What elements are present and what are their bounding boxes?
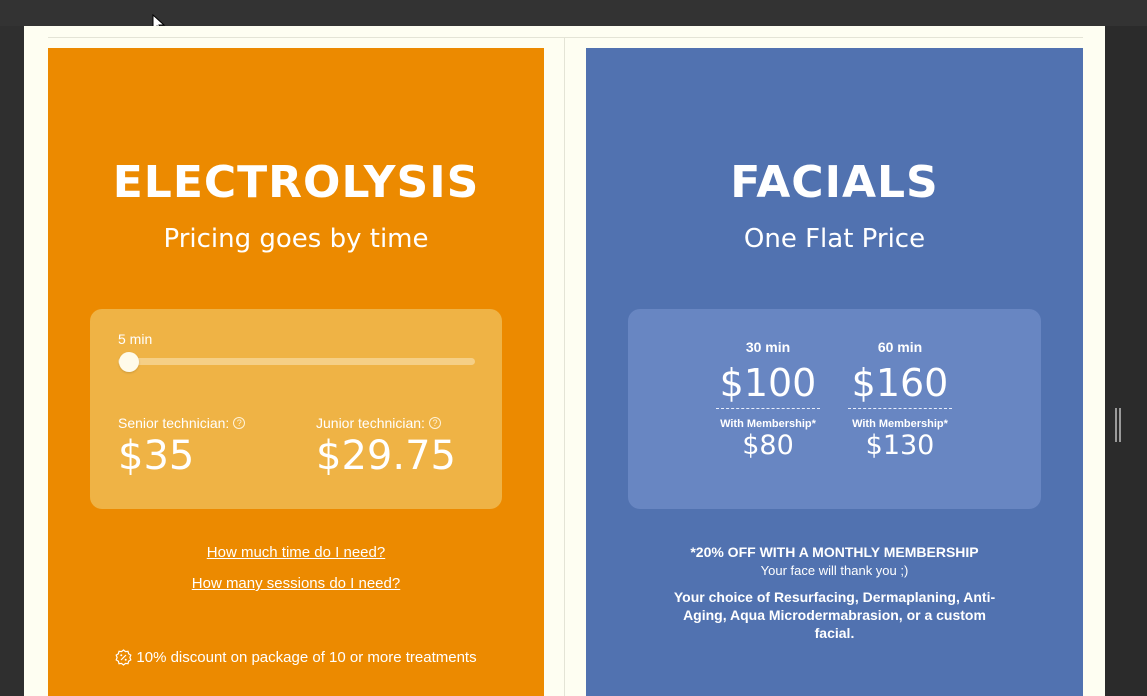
facial-duration: 60 min [877, 339, 923, 355]
membership-label: With Membership* [852, 418, 948, 430]
discount-text: 10% discount on package of 10 or more tr… [136, 649, 477, 666]
window-top-bar [0, 0, 1147, 26]
time-slider-label: 5 min [118, 331, 153, 347]
facial-duration: 30 min [745, 339, 791, 355]
top-divider [48, 37, 1083, 38]
promo-description: Your choice of Resurfacing, Dermaplaning… [673, 589, 996, 641]
junior-technician-label: Junior technician: [316, 415, 425, 431]
resize-grip-icon[interactable] [1115, 408, 1121, 442]
facials-card: FACIALS One Flat Price 30 min $100 With … [586, 48, 1083, 696]
junior-technician-price: Junior technician: ? $29.75 [316, 415, 456, 479]
promo-heading: *20% OFF WITH A MONTHLY MEMBERSHIP [690, 544, 979, 560]
electrolysis-pricing-panel: 5 min Senior technician: ? $35 Junior te… [90, 309, 502, 509]
page-content: ELECTROLYSIS Pricing goes by time 5 min … [24, 26, 1105, 696]
senior-price-value: $35 [118, 433, 195, 479]
facial-price: $160 [848, 362, 952, 409]
time-slider-thumb[interactable] [119, 352, 139, 372]
membership-promo: *20% OFF WITH A MONTHLY MEMBERSHIP Your … [586, 542, 1083, 642]
senior-technician-price: Senior technician: ? $35 [118, 415, 246, 479]
window-side-strip [1105, 26, 1147, 696]
column-divider [564, 38, 565, 696]
time-slider-track[interactable] [118, 358, 475, 365]
facials-pricing-panel: 30 min $100 With Membership* $80 60 min … [628, 309, 1041, 509]
package-discount-note: 10% discount on package of 10 or more tr… [48, 649, 544, 666]
facial-option-30-min: 30 min $100 With Membership* $80 [716, 338, 820, 461]
facial-price: $100 [716, 362, 820, 409]
how-many-sessions-link[interactable]: How many sessions do I need? [48, 574, 544, 594]
membership-price: $130 [865, 430, 935, 461]
membership-label: With Membership* [720, 418, 816, 430]
facials-subtitle: One Flat Price [743, 224, 926, 254]
membership-price: $80 [742, 430, 794, 461]
electrolysis-title: ELECTROLYSIS [112, 157, 480, 208]
facial-option-60-min: 60 min $160 With Membership* $130 [848, 338, 952, 461]
electrolysis-subtitle: Pricing goes by time [163, 224, 429, 254]
senior-technician-label: Senior technician: [118, 415, 230, 431]
electrolysis-card: ELECTROLYSIS Pricing goes by time 5 min … [48, 48, 544, 696]
promo-subtext: Your face will thank you ;) [760, 563, 909, 578]
facials-title: FACIALS [730, 157, 939, 208]
electrolysis-links: How much time do I need? How many sessio… [48, 543, 544, 605]
junior-price-value: $29.75 [316, 433, 456, 479]
question-circle-icon[interactable]: ? [428, 417, 441, 429]
percent-badge-icon [115, 649, 132, 666]
question-circle-icon[interactable]: ? [233, 417, 246, 429]
how-much-time-link[interactable]: How much time do I need? [48, 543, 544, 563]
